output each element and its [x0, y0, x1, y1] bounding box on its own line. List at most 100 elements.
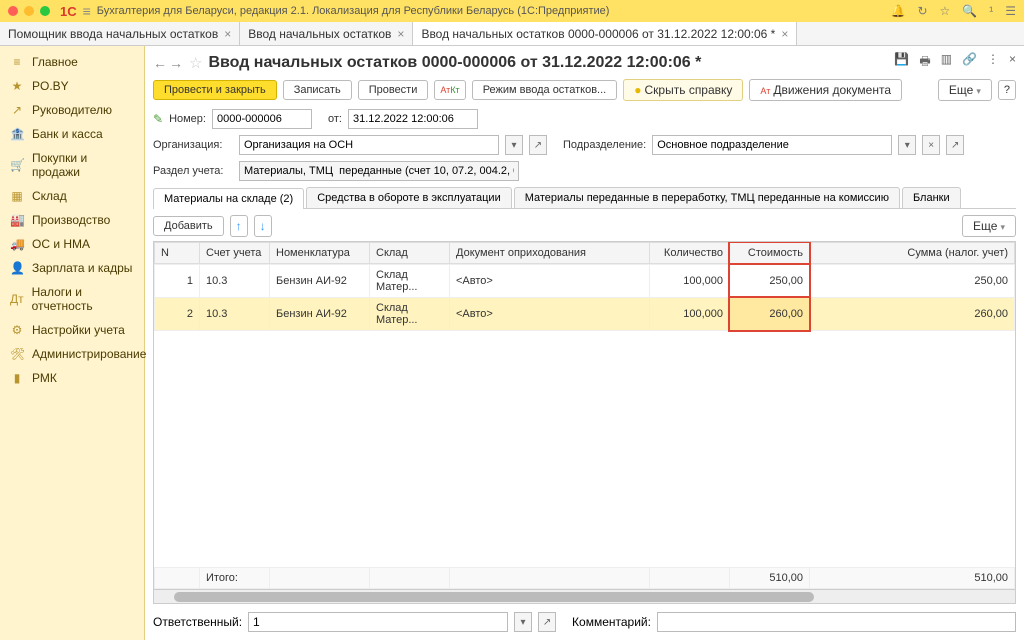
- horizontal-scrollbar[interactable]: [154, 589, 1015, 603]
- section-input: [239, 161, 519, 181]
- dropdown-icon[interactable]: ▾: [514, 612, 532, 632]
- close-icon[interactable]: ×: [397, 27, 404, 41]
- sidebar-item-admin[interactable]: 🛠Администрирование: [0, 342, 144, 366]
- tab-assistant[interactable]: Помощник ввода начальных остатков ×: [0, 22, 240, 45]
- col-nomenclature[interactable]: Номенклатура: [270, 243, 370, 264]
- pin-icon[interactable]: ✎: [153, 112, 163, 126]
- back-arrow-icon[interactable]: ←: [153, 55, 167, 71]
- dtkt-icon-button[interactable]: АтКт: [434, 80, 465, 100]
- doc-tab-blanks[interactable]: Бланки: [902, 187, 961, 208]
- sidebar-item-sales[interactable]: 🛒Покупки и продажи: [0, 146, 144, 184]
- responsible-input[interactable]: [248, 612, 508, 632]
- open-ref-icon[interactable]: ↗: [529, 135, 547, 155]
- person-icon: 👤: [10, 261, 24, 275]
- cell-sum-tax: 250,00: [810, 265, 1015, 298]
- close-icon[interactable]: ×: [781, 27, 788, 41]
- more-vert-icon[interactable]: ⋮: [987, 52, 999, 73]
- sidebar-item-poby[interactable]: ★PO.BY: [0, 74, 144, 98]
- bell-icon[interactable]: 🔔: [891, 4, 906, 18]
- cell-account: 10.3: [200, 265, 270, 298]
- minimize-window-icon[interactable]: [24, 6, 34, 16]
- hide-help-button[interactable]: ● Скрыть справку: [623, 79, 743, 101]
- link-icon[interactable]: 🔗: [962, 52, 977, 73]
- sidebar-item-main[interactable]: ≡Главное: [0, 50, 144, 74]
- cell-n: 2: [155, 298, 200, 331]
- maximize-window-icon[interactable]: [40, 6, 50, 16]
- col-n[interactable]: N: [155, 243, 200, 264]
- write-button[interactable]: Записать: [283, 80, 352, 100]
- date-input[interactable]: [348, 109, 478, 129]
- movements-label: Движения документа: [773, 83, 891, 97]
- history-icon[interactable]: ↻: [917, 4, 927, 18]
- clear-icon[interactable]: ×: [922, 135, 940, 155]
- org-input[interactable]: [239, 135, 499, 155]
- subdiv-input[interactable]: [652, 135, 892, 155]
- sidebar-item-settings[interactable]: ⚙Настройки учета: [0, 318, 144, 342]
- more-button[interactable]: Еще▾: [938, 79, 992, 101]
- cell-qty: 100,000: [650, 298, 730, 331]
- hamburger-icon[interactable]: ≡: [83, 3, 91, 19]
- sidebar-item-label: ОС и НМА: [32, 237, 90, 251]
- cell-warehouse: Склад Матер...: [370, 298, 450, 331]
- sidebar-item-label: Зарплата и кадры: [32, 261, 132, 275]
- col-sum-tax[interactable]: Сумма (налог. учет): [810, 243, 1015, 264]
- user-icon[interactable]: ¹: [989, 4, 993, 18]
- move-down-button[interactable]: ↓: [254, 215, 272, 237]
- tab-list[interactable]: Ввод начальных остатков ×: [240, 22, 413, 45]
- section-label: Раздел учета:: [153, 165, 233, 177]
- materials-table: N Счет учета Номенклатура Склад Документ…: [154, 242, 1015, 264]
- help-button[interactable]: ?: [998, 80, 1016, 100]
- tab-document[interactable]: Ввод начальных остатков 0000-000006 от 3…: [413, 22, 797, 45]
- doc-tab-transferred[interactable]: Материалы переданные в переработку, ТМЦ …: [514, 187, 900, 208]
- close-doc-icon[interactable]: ×: [1009, 52, 1016, 73]
- sidebar-item-taxes[interactable]: ДтНалоги и отчетность: [0, 280, 144, 318]
- search-icon[interactable]: 🔍: [962, 4, 977, 18]
- report-icon[interactable]: ▥: [941, 52, 952, 73]
- table-more-button[interactable]: Еще▾: [962, 215, 1016, 237]
- star-icon[interactable]: ☆: [940, 4, 951, 18]
- responsible-label: Ответственный:: [153, 615, 242, 629]
- comment-input[interactable]: [657, 612, 1016, 632]
- doc-tab-inuse[interactable]: Средства в обороте в эксплуатации: [306, 187, 512, 208]
- sidebar-item-bank[interactable]: 🏦Банк и касса: [0, 122, 144, 146]
- table-row[interactable]: 1 10.3 Бензин АИ-92 Склад Матер... <Авто…: [155, 265, 1015, 298]
- number-label: Номер:: [169, 113, 206, 125]
- col-receipt[interactable]: Документ оприходования: [450, 243, 650, 264]
- print-icon[interactable]: 🖶: [919, 52, 930, 73]
- doc-tab-materials[interactable]: Материалы на складе (2): [153, 188, 304, 209]
- sidebar-item-warehouse[interactable]: ▦Склад: [0, 184, 144, 208]
- col-account[interactable]: Счет учета: [200, 243, 270, 264]
- close-icon[interactable]: ×: [224, 27, 231, 41]
- dropdown-icon[interactable]: ▾: [898, 135, 916, 155]
- favorite-star-icon[interactable]: ☆: [189, 54, 202, 72]
- close-window-icon[interactable]: [8, 6, 18, 16]
- sidebar-item-salary[interactable]: 👤 Зарплата и кадры: [0, 256, 144, 280]
- col-qty[interactable]: Количество: [650, 243, 730, 264]
- open-ref-icon[interactable]: ↗: [946, 135, 964, 155]
- open-ref-icon[interactable]: ↗: [538, 612, 556, 632]
- sidebar-item-rmk[interactable]: ▮РМК: [0, 366, 144, 390]
- save-icon[interactable]: 💾: [894, 52, 909, 73]
- add-button[interactable]: Добавить: [153, 216, 224, 236]
- hide-help-label: Скрыть справку: [645, 83, 733, 97]
- cell-n: 1: [155, 265, 200, 298]
- number-input[interactable]: [212, 109, 312, 129]
- cell-qty: 100,000: [650, 265, 730, 298]
- table-row[interactable]: 2 10.3 Бензин АИ-92 Склад Матер... <Авто…: [155, 298, 1015, 331]
- org-label: Организация:: [153, 139, 233, 151]
- sidebar-item-assets[interactable]: 🚚ОС и НМА: [0, 232, 144, 256]
- cell-nomenclature: Бензин АИ-92: [270, 298, 370, 331]
- forward-arrow-icon[interactable]: →: [169, 55, 183, 71]
- sidebar-item-production[interactable]: 🏭Производство: [0, 208, 144, 232]
- move-up-button[interactable]: ↑: [230, 215, 248, 237]
- sidebar-item-manager[interactable]: ↗Руководителю: [0, 98, 144, 122]
- menu-icon[interactable]: ☰: [1005, 4, 1016, 18]
- post-button[interactable]: Провести: [358, 80, 429, 100]
- dropdown-icon[interactable]: ▾: [505, 135, 523, 155]
- col-warehouse[interactable]: Склад: [370, 243, 450, 264]
- col-cost[interactable]: Стоимость: [730, 243, 810, 264]
- post-and-close-button[interactable]: Провести и закрыть: [153, 80, 277, 100]
- movements-button[interactable]: Ат Движения документа: [749, 79, 902, 101]
- mode-button[interactable]: Режим ввода остатков...: [472, 80, 618, 100]
- bank-icon: 🏦: [10, 127, 24, 141]
